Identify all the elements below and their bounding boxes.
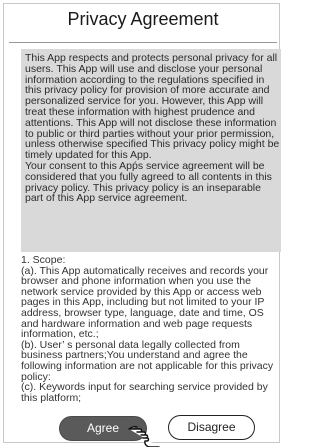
- notice-paragraph: This App respects and protects personal …: [25, 52, 280, 162]
- scope-item-c: (c). Keywords input for searching servic…: [21, 381, 268, 404]
- dialog-title: Privacy Agreement: [67, 9, 219, 29]
- disagree-button[interactable]: Disagree: [168, 415, 255, 440]
- scope-heading: 1. Scope:: [21, 255, 66, 266]
- hand-pointer-icon: [128, 425, 160, 447]
- scope-section: 1. Scope: (a). This App automatically re…: [21, 255, 276, 407]
- scope-item-b: (b). User’ s personal data legally colle…: [21, 338, 274, 383]
- notice-paragraph: Your consent to this Apṕs service agree…: [25, 159, 272, 205]
- title-divider: [9, 42, 277, 43]
- scope-item-a: (a). This App automatically receives and…: [21, 264, 269, 341]
- privacy-notice-box: This App respects and protects personal …: [21, 49, 281, 252]
